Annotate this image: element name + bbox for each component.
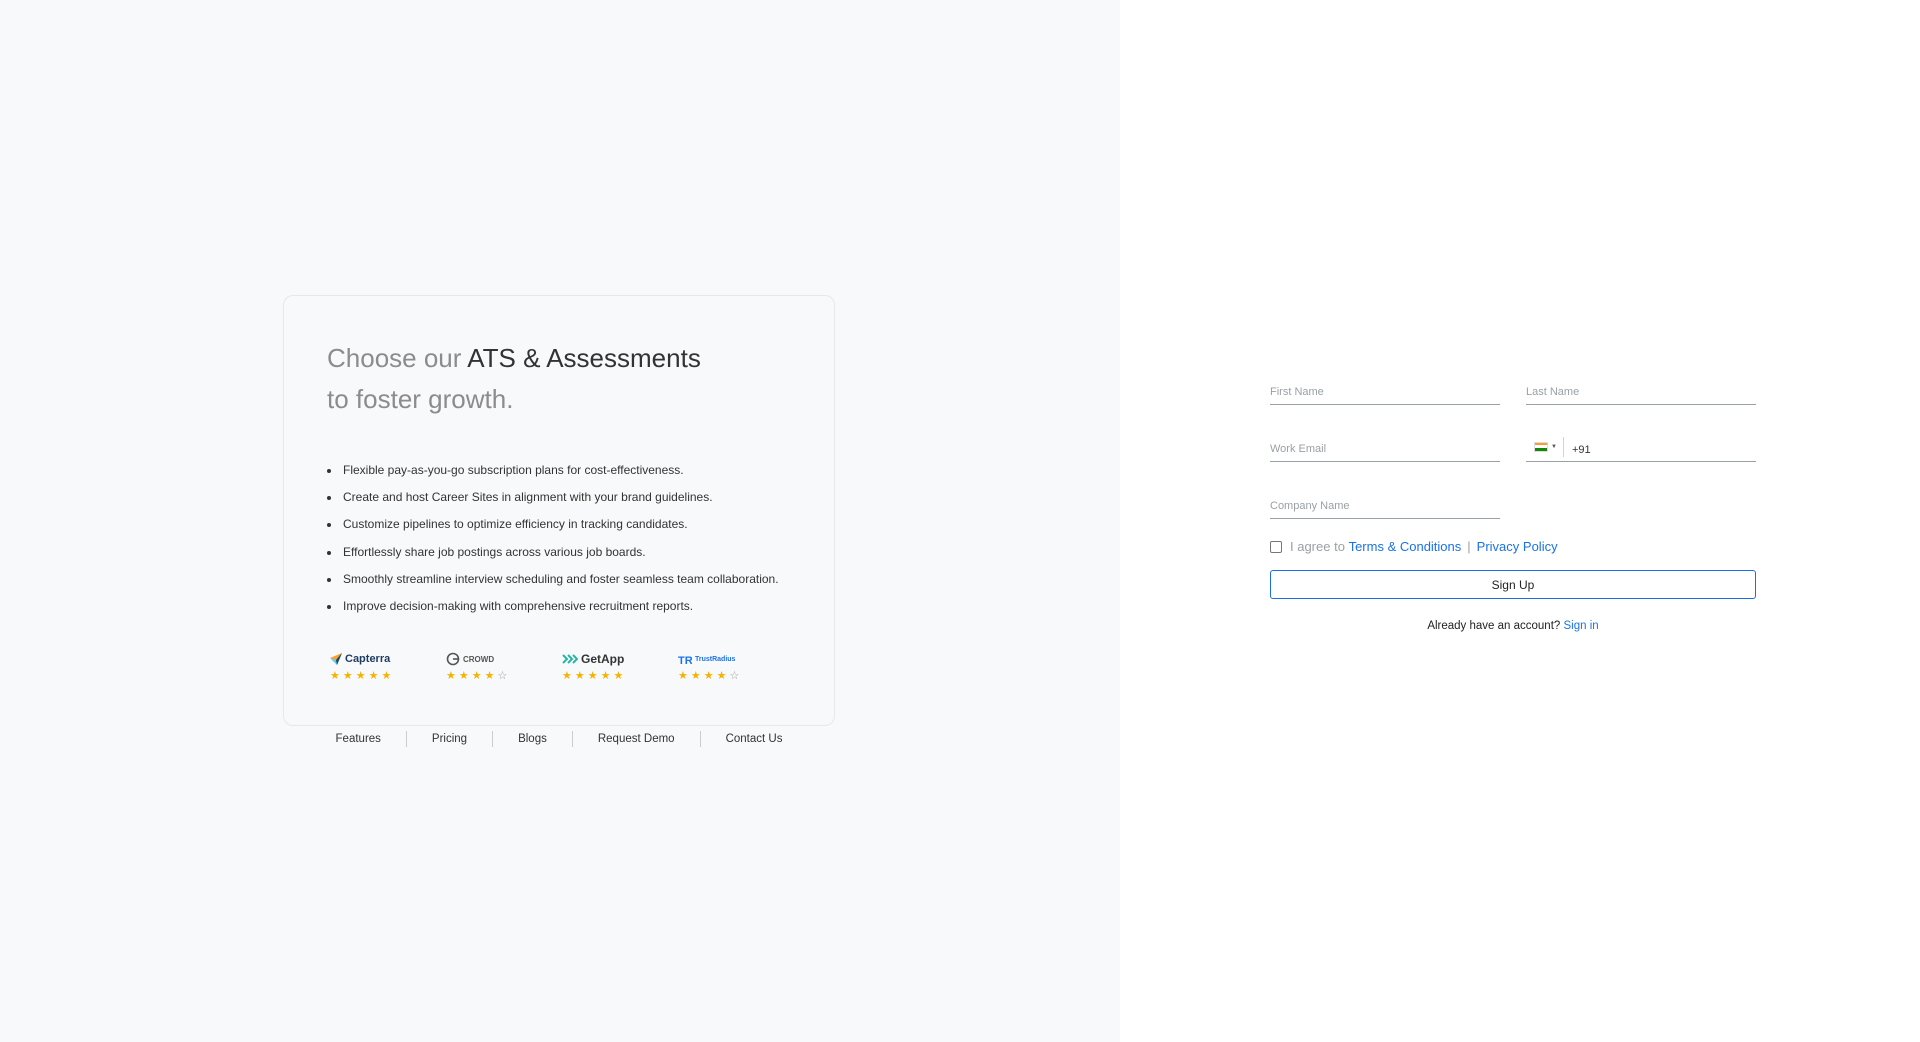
rating-g2-crowd[interactable]: CROWD ★ ★ ★ ★ ☆ [446,651,562,682]
star-empty-icon: ☆ [497,670,508,682]
star-icon: ★ [368,670,379,682]
terms-checkbox[interactable] [1270,540,1282,553]
star-icon: ★ [587,670,598,682]
star-icon: ★ [330,670,340,682]
star-icon: ★ [678,670,688,682]
star-icon: ★ [703,670,714,682]
footer-link-request-demo[interactable]: Request Demo [573,730,700,748]
headline-suffix: to foster growth. [327,384,514,414]
headline-prefix: Choose our [327,343,462,373]
trustradius-logo: TR TrustRadius [678,651,794,667]
sign-in-link[interactable]: Sign in [1564,620,1599,632]
rating-capterra[interactable]: Capterra ★ ★ ★ ★ ★ [330,651,446,682]
phone-field: ▼ [1526,432,1756,462]
first-name-field [1270,375,1500,405]
footer-link-features[interactable]: Features [311,730,406,748]
trustradius-brand-label: TrustRadius [695,655,736,663]
terms-conditions-link[interactable]: Terms & Conditions [1349,539,1462,554]
right-panel [1120,0,1920,1042]
trustradius-logo-icon: TR [678,655,692,665]
feature-item: Customize pipelines to optimize efficien… [327,511,779,538]
last-name-input[interactable] [1526,375,1756,403]
star-icon: ★ [690,670,701,682]
star-icon: ★ [471,670,482,682]
star-icon: ★ [342,670,353,682]
feature-item: Flexible pay-as-you-go subscription plan… [327,457,779,484]
footer-link-blogs[interactable]: Blogs [493,730,572,748]
last-name-field [1526,375,1756,405]
feature-item: Effortlessly share job postings across v… [327,539,779,566]
chevron-down-icon: ▼ [1551,443,1557,450]
footer-link-contact-us[interactable]: Contact Us [701,730,808,748]
star-icon: ★ [716,670,727,682]
star-empty-icon: ☆ [729,670,740,682]
star-icon: ★ [355,670,366,682]
rating-trustradius[interactable]: TR TrustRadius ★ ★ ★ ★ ☆ [678,651,794,683]
first-name-input[interactable] [1270,375,1500,403]
star-icon: ★ [562,670,572,682]
sign-up-button[interactable]: Sign Up [1270,570,1756,599]
phone-input[interactable] [1563,432,1756,461]
company-name-input[interactable] [1270,489,1500,517]
headline-strong: ATS & Assessments [467,343,701,373]
star-icon: ★ [458,670,469,682]
star-icon: ★ [600,670,611,682]
terms-separator: | [1467,539,1471,554]
g2-crowd-logo: CROWD [446,651,562,667]
work-email-field [1270,432,1500,462]
getapp-brand-label: GetApp [581,652,625,666]
work-email-input[interactable] [1270,432,1500,460]
india-flag-icon [1534,441,1548,452]
feature-list: Flexible pay-as-you-go subscription plan… [327,457,779,620]
svg-text:TR: TR [678,655,692,665]
capterra-logo: Capterra [330,651,446,667]
terms-row: I agree to Terms & Conditions | Privacy … [1270,539,1558,554]
promo-card: Choose our ATS & Assessments to foster g… [283,295,835,726]
feature-item: Smoothly streamline interview scheduling… [327,566,779,593]
capterra-stars: ★ ★ ★ ★ ★ [330,670,446,682]
star-icon: ★ [446,670,456,682]
company-name-field [1270,489,1500,519]
star-icon: ★ [613,670,624,682]
capterra-brand-label: Capterra [345,653,391,665]
rating-getapp[interactable]: GetApp ★ ★ ★ ★ ★ [562,651,678,682]
left-panel: Choose our ATS & Assessments to foster g… [0,0,1120,1042]
star-icon: ★ [484,670,495,682]
promo-headline: Choose our ATS & Assessments to foster g… [327,338,787,420]
privacy-policy-link[interactable]: Privacy Policy [1477,539,1558,554]
country-code-dropdown[interactable]: ▼ [1534,436,1564,457]
getapp-logo-icon [562,654,578,664]
getapp-stars: ★ ★ ★ ★ ★ [562,670,678,682]
g2-brand-label: CROWD [463,654,495,664]
terms-prefix: I agree to [1290,539,1345,554]
capterra-logo-icon [330,653,342,665]
footer-link-pricing[interactable]: Pricing [407,730,492,748]
g2-crowd-logo-icon [446,652,460,666]
star-icon: ★ [574,670,585,682]
footer-nav: Features Pricing Blogs Request Demo Cont… [283,730,835,748]
star-icon: ★ [381,670,392,682]
feature-item: Create and host Career Sites in alignmen… [327,484,779,511]
getapp-logo: GetApp [562,651,678,667]
feature-item: Improve decision-making with comprehensi… [327,593,779,620]
ratings-row: Capterra ★ ★ ★ ★ ★ CROWD ★ ★ ★ ★ ☆ GetAp… [330,651,794,682]
g2-stars: ★ ★ ★ ★ ☆ [446,670,562,682]
trustradius-stars: ★ ★ ★ ★ ☆ [678,670,794,682]
signin-row: Already have an account? Sign in [1270,620,1756,632]
have-account-text: Already have an account? [1427,620,1561,632]
